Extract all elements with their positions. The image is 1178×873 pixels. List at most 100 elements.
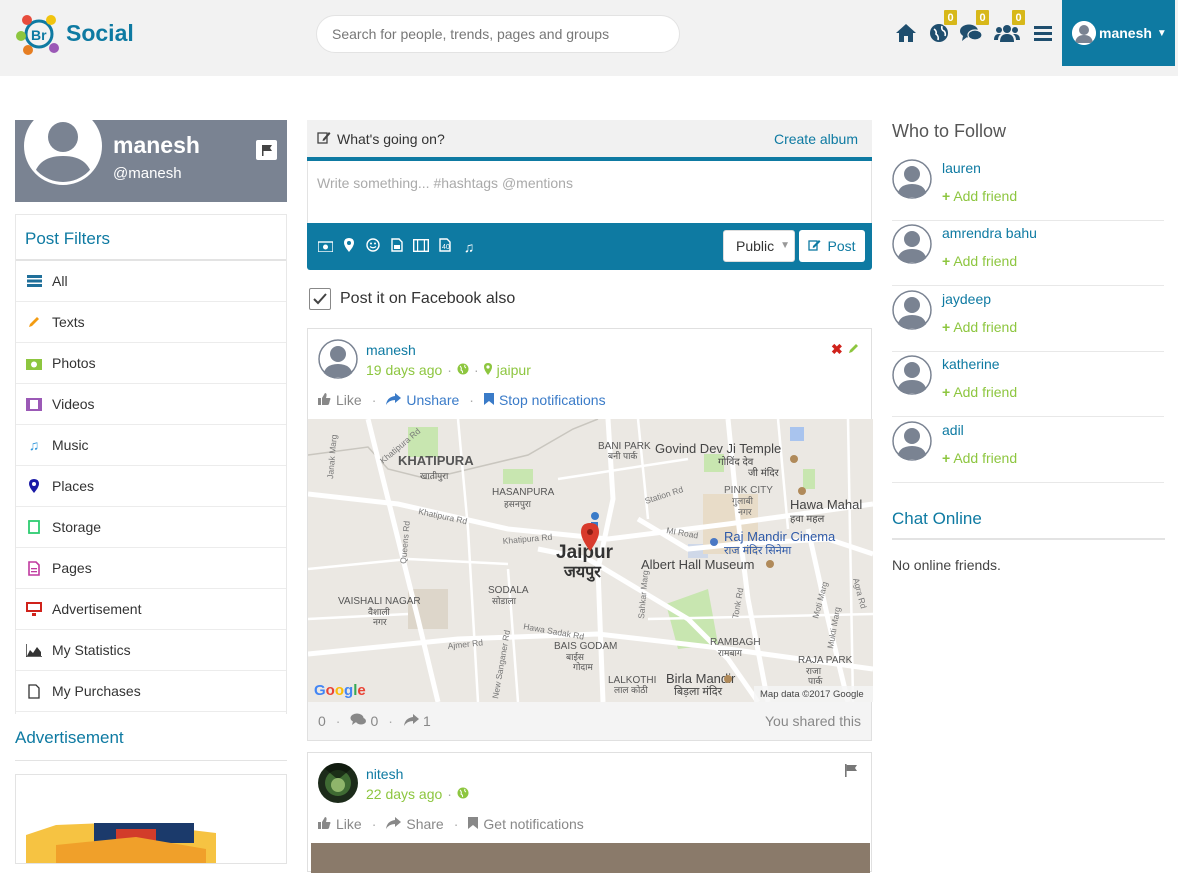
like-button[interactable]: Like — [318, 392, 362, 408]
add-friend-label: Add friend — [953, 253, 1018, 269]
post-location[interactable]: jaipur — [497, 362, 531, 378]
comments-count[interactable]: 0 — [370, 713, 378, 729]
composer-textarea[interactable]: Write something... #hashtags @mentions — [307, 161, 872, 223]
svg-text:नगर: नगर — [738, 507, 752, 517]
friends-icon[interactable]: 0 — [994, 9, 1026, 46]
filter-pages[interactable]: Pages — [16, 548, 286, 589]
get-notifications-label: Get notifications — [483, 816, 584, 832]
filter-my-purchases[interactable]: My Purchases — [16, 671, 286, 712]
share-icon[interactable] — [403, 713, 419, 729]
avatar[interactable] — [892, 290, 932, 330]
add-friend-button[interactable]: + Add friend — [942, 384, 1017, 400]
like-button[interactable]: Like — [318, 816, 362, 832]
post-actions: Like · Share · Get notifications — [318, 816, 584, 832]
svg-text:Hawa Mahal: Hawa Mahal — [790, 497, 862, 512]
get-notifications-button[interactable]: Get notifications — [468, 816, 584, 832]
follow-name[interactable]: jaydeep — [942, 291, 991, 307]
follow-name[interactable]: katherine — [942, 356, 1000, 372]
avatar[interactable] — [892, 355, 932, 395]
post-map[interactable]: KHATIPURA खातीपुरा HASANPURA हसनपुरा BAN… — [308, 419, 873, 702]
edit-pencil-icon[interactable] — [848, 341, 860, 359]
file-audio-icon[interactable]: 40 — [437, 238, 453, 255]
filter-texts[interactable]: Texts — [16, 302, 286, 343]
svg-text:वैशाली: वैशाली — [368, 606, 391, 617]
follow-suggestion: jaydeep + Add friend — [892, 287, 1164, 352]
create-album-link[interactable]: Create album — [774, 131, 858, 147]
svg-text:HASANPURA: HASANPURA — [492, 487, 555, 498]
menu-icon[interactable] — [1030, 20, 1056, 46]
stop-notifications-button[interactable]: Stop notifications — [483, 392, 606, 408]
avatar — [1072, 21, 1096, 45]
thumbs-up-icon — [318, 816, 331, 832]
follow-name[interactable]: amrendra bahu — [942, 225, 1037, 241]
post-time[interactable]: 19 days ago — [366, 362, 442, 378]
profile-avatar[interactable] — [24, 107, 102, 185]
filter-storage[interactable]: Storage — [16, 507, 286, 548]
profile-name[interactable]: manesh — [113, 132, 200, 159]
comments-icon[interactable] — [350, 713, 367, 729]
privacy-select[interactable]: Public ▼ — [723, 230, 795, 262]
close-icon[interactable]: ✖ — [831, 341, 843, 358]
globe-badge: 0 — [943, 9, 958, 26]
filter-all[interactable]: All — [16, 261, 286, 302]
friends-badge: 0 — [1011, 9, 1026, 26]
film-icon[interactable] — [412, 238, 430, 255]
flag-icon[interactable] — [844, 764, 858, 782]
home-icon[interactable] — [893, 20, 919, 46]
music-icon[interactable]: ♫ — [461, 239, 477, 255]
shares-count[interactable]: 1 — [423, 713, 431, 729]
filter-photos[interactable]: Photos — [16, 343, 286, 384]
post-meta: 22 days ago · — [366, 786, 469, 802]
facebook-share-option[interactable]: Post it on Facebook also — [309, 288, 515, 310]
svg-text:BAIS GODAM: BAIS GODAM — [554, 641, 617, 652]
avatar[interactable] — [892, 224, 932, 264]
user-menu[interactable]: manesh ▼ — [1062, 0, 1175, 66]
svg-text:जयपुर: जयपुर — [563, 564, 602, 582]
avatar[interactable] — [892, 421, 932, 461]
add-friend-label: Add friend — [953, 188, 1018, 204]
search-input[interactable] — [316, 15, 680, 53]
advertisement-image[interactable] — [15, 774, 287, 864]
post-button-label: Post — [827, 238, 856, 254]
add-friend-button[interactable]: + Add friend — [942, 319, 1017, 335]
post-time[interactable]: 22 days ago — [366, 786, 442, 802]
flag-icon[interactable] — [256, 140, 277, 160]
filter-label: All — [52, 273, 68, 289]
composer-prompt: What's going on? — [317, 131, 445, 147]
map-marker-icon — [483, 362, 492, 378]
filter-my-statistics[interactable]: My Statistics — [16, 630, 286, 671]
add-friend-button[interactable]: + Add friend — [942, 188, 1017, 204]
follow-name[interactable]: adil — [942, 422, 964, 438]
messages-icon[interactable]: 0 — [958, 9, 990, 46]
avatar[interactable] — [892, 159, 932, 199]
post-author[interactable]: nitesh — [366, 766, 403, 782]
follow-name[interactable]: lauren — [942, 160, 981, 176]
filter-music[interactable]: ♫ Music — [16, 425, 286, 466]
post-button[interactable]: Post — [799, 230, 865, 262]
share-button[interactable]: Share — [386, 816, 444, 832]
smiley-icon[interactable] — [365, 238, 381, 255]
map-marker-icon[interactable] — [341, 238, 357, 255]
share-icon — [386, 816, 402, 832]
filter-advertisement[interactable]: Advertisement — [16, 589, 286, 630]
add-friend-label: Add friend — [953, 384, 1018, 400]
filter-places[interactable]: Places — [16, 466, 286, 507]
likes-count[interactable]: 0 — [318, 713, 326, 729]
file-image-icon[interactable] — [389, 238, 405, 255]
svg-text:नगर: नगर — [373, 617, 387, 627]
avatar[interactable] — [318, 763, 358, 803]
facebook-checkbox[interactable] — [309, 288, 331, 310]
camera-icon[interactable] — [316, 239, 334, 255]
globe-icon[interactable]: 0 — [926, 9, 958, 46]
filter-videos[interactable]: Videos — [16, 384, 286, 425]
post-author[interactable]: manesh — [366, 342, 416, 358]
add-friend-button[interactable]: + Add friend — [942, 253, 1017, 269]
post-image[interactable] — [311, 843, 870, 873]
avatar[interactable] — [318, 339, 358, 379]
unshare-button[interactable]: Unshare — [386, 392, 459, 408]
film-icon — [25, 395, 43, 413]
filter-label: Pages — [52, 560, 92, 576]
list-icon — [25, 272, 43, 290]
app-logo[interactable]: Br Social — [14, 10, 134, 58]
add-friend-button[interactable]: + Add friend — [942, 450, 1017, 466]
